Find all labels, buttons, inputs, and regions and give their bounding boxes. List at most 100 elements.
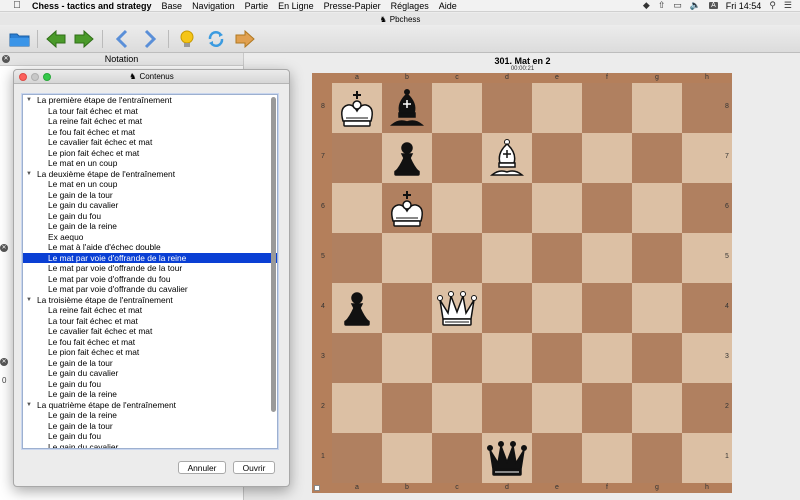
disclosure-triangle-icon[interactable]: ▼ <box>26 400 32 411</box>
square-c1[interactable] <box>432 433 482 483</box>
square-d3[interactable] <box>482 333 532 383</box>
square-c7[interactable] <box>432 133 482 183</box>
tree-item[interactable]: Le gain de la tour <box>23 190 277 201</box>
minimize-window-icon[interactable] <box>31 73 39 81</box>
tree-item[interactable]: Le pion fait échec et mat <box>23 347 277 358</box>
close-icon[interactable]: ✕ <box>0 358 8 366</box>
disclosure-triangle-icon[interactable]: ▼ <box>26 295 32 306</box>
square-g1[interactable] <box>632 433 682 483</box>
square-e5[interactable] <box>532 233 582 283</box>
tree-group[interactable]: ▼ La première étape de l'entraînement <box>23 95 277 106</box>
tree-item[interactable]: Le gain du cavalier <box>23 368 277 379</box>
menu-reglages[interactable]: Réglages <box>391 1 429 11</box>
square-d2[interactable] <box>482 383 532 433</box>
tree-item[interactable]: Le mat par voie d'offrande de la tour <box>23 263 277 274</box>
close-window-icon[interactable] <box>19 73 27 81</box>
square-a2[interactable] <box>332 383 382 433</box>
vertical-scrollbar[interactable] <box>271 97 276 412</box>
disclosure-triangle-icon[interactable]: ▼ <box>26 95 32 106</box>
tree-item[interactable]: Le gain du fou <box>23 379 277 390</box>
tree-group[interactable]: ▼ La quatrième étape de l'entraînement <box>23 400 277 411</box>
input-source-icon[interactable]: A <box>709 2 718 9</box>
white-king-icon[interactable] <box>334 85 380 131</box>
square-d7[interactable] <box>482 133 532 183</box>
tree-item[interactable]: Le gain de la tour <box>23 421 277 432</box>
square-g5[interactable] <box>632 233 682 283</box>
square-f5[interactable] <box>582 233 632 283</box>
square-a1[interactable] <box>332 433 382 483</box>
square-d5[interactable] <box>482 233 532 283</box>
square-a6[interactable] <box>332 183 382 233</box>
tree-item[interactable]: Le gain du fou <box>23 431 277 442</box>
square-f2[interactable] <box>582 383 632 433</box>
square-e3[interactable] <box>532 333 582 383</box>
square-b1[interactable] <box>382 433 432 483</box>
tree-item[interactable]: Le fou fait échec et mat <box>23 127 277 138</box>
square-f3[interactable] <box>582 333 632 383</box>
open-folder-icon[interactable] <box>8 28 32 50</box>
close-icon[interactable]: ✕ <box>2 55 10 63</box>
square-f4[interactable] <box>582 283 632 333</box>
square-g2[interactable] <box>632 383 682 433</box>
square-b4[interactable] <box>382 283 432 333</box>
square-a5[interactable] <box>332 233 382 283</box>
tree-item[interactable]: Ex aequo <box>23 232 277 243</box>
menu-app-name[interactable]: Chess - tactics and strategy <box>32 1 152 11</box>
square-d8[interactable] <box>482 83 532 133</box>
zoom-window-icon[interactable] <box>43 73 51 81</box>
square-c2[interactable] <box>432 383 482 433</box>
tree-item[interactable]: La tour fait échec et mat <box>23 106 277 117</box>
square-c4[interactable] <box>432 283 482 333</box>
upload-icon[interactable]: ⇧ <box>658 0 666 11</box>
next-icon[interactable] <box>138 28 162 50</box>
square-a4[interactable] <box>332 283 382 333</box>
disclosure-triangle-icon[interactable]: ▼ <box>26 169 32 180</box>
square-c5[interactable] <box>432 233 482 283</box>
square-g3[interactable] <box>632 333 682 383</box>
tree-item[interactable]: La tour fait échec et mat <box>23 316 277 327</box>
square-b3[interactable] <box>382 333 432 383</box>
menu-base[interactable]: Base <box>162 1 183 11</box>
tree-group[interactable]: ▼ La deuxième étape de l'entraînement <box>23 169 277 180</box>
menu-presse-papier[interactable]: Presse-Papier <box>324 1 381 11</box>
tree-item[interactable]: Le gain du fou <box>23 211 277 222</box>
square-b5[interactable] <box>382 233 432 283</box>
close-icon[interactable]: ✕ <box>0 244 8 252</box>
menu-en-ligne[interactable]: En Ligne <box>278 1 314 11</box>
hint-bulb-icon[interactable] <box>175 28 199 50</box>
tree-item[interactable]: Le gain de la reine <box>23 410 277 421</box>
white-king-icon[interactable] <box>384 185 430 231</box>
tree-item[interactable]: Le mat en un coup <box>23 179 277 190</box>
square-b6[interactable] <box>382 183 432 233</box>
tree-item[interactable]: Le mat par voie d'offrande du cavalier <box>23 284 277 295</box>
tree-item[interactable]: Le gain du cavalier <box>23 200 277 211</box>
square-b7[interactable] <box>382 133 432 183</box>
black-pawn-icon[interactable] <box>334 285 380 331</box>
square-g4[interactable] <box>632 283 682 333</box>
tree-group[interactable]: ▼ La troisième étape de l'entraînement <box>23 295 277 306</box>
tree-item[interactable]: Le gain du cavalier <box>23 442 277 449</box>
tree-item[interactable]: Le mat par voie d'offrande du fou <box>23 274 277 285</box>
square-f1[interactable] <box>582 433 632 483</box>
back-green-icon[interactable] <box>44 28 68 50</box>
clock[interactable]: Fri 14:54 <box>726 1 762 11</box>
square-f6[interactable] <box>582 183 632 233</box>
square-a8[interactable] <box>332 83 382 133</box>
menu-partie[interactable]: Partie <box>245 1 269 11</box>
square-e8[interactable] <box>532 83 582 133</box>
menu-navigation[interactable]: Navigation <box>192 1 235 11</box>
square-e6[interactable] <box>532 183 582 233</box>
notification-icon[interactable]: ◆ <box>643 0 650 11</box>
tree-item[interactable]: Le mat en un coup <box>23 158 277 169</box>
square-b8[interactable] <box>382 83 432 133</box>
square-e4[interactable] <box>532 283 582 333</box>
tree-item[interactable]: La reine fait échec et mat <box>23 305 277 316</box>
black-bishop-icon[interactable] <box>384 85 430 131</box>
square-e7[interactable] <box>532 133 582 183</box>
square-d4[interactable] <box>482 283 532 333</box>
tree-item[interactable]: Le mat par voie d'offrande de la reine <box>23 252 277 263</box>
forward-green-icon[interactable] <box>72 28 96 50</box>
tree-item[interactable]: Le fou fait échec et mat <box>23 337 277 348</box>
tree-item[interactable]: Le gain de la reine <box>23 389 277 400</box>
square-e1[interactable] <box>532 433 582 483</box>
